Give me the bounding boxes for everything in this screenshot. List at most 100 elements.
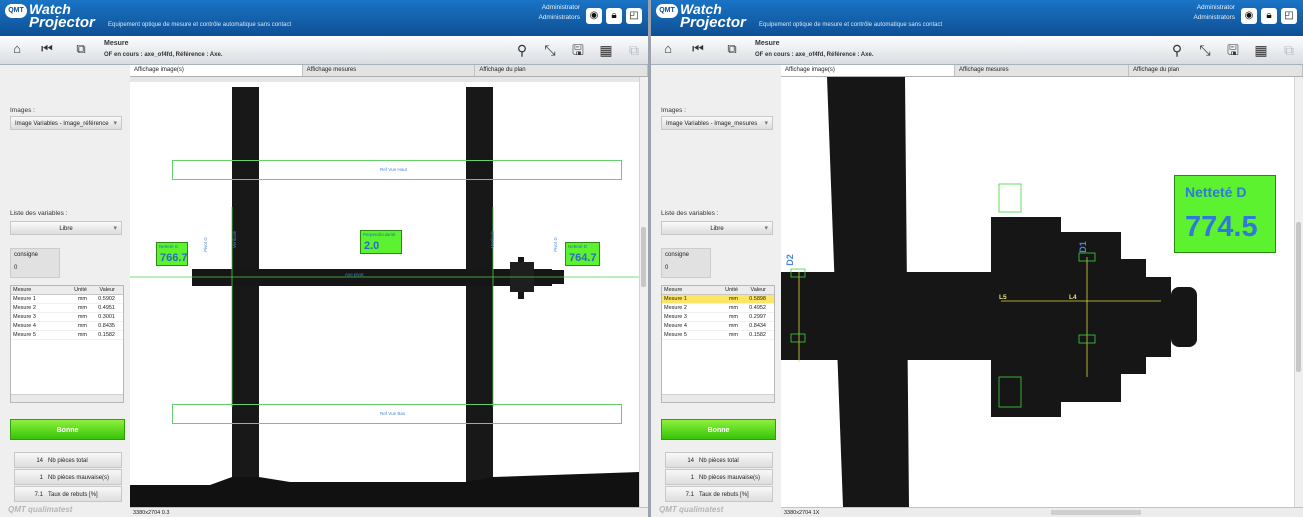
toolbar-title: Mesure bbox=[755, 40, 780, 47]
table-scrollbar[interactable] bbox=[11, 394, 123, 402]
col-valeur[interactable]: Valeur bbox=[740, 286, 768, 294]
app-header: QMT Watch Projector Equipement optique d… bbox=[651, 0, 1303, 36]
camera-icon[interactable]: ◉ bbox=[1241, 8, 1257, 24]
layout-icon[interactable]: ⧉ bbox=[1279, 40, 1299, 60]
horizontal-scroll-thumb[interactable] bbox=[1051, 510, 1142, 516]
resize-icon[interactable]: ◰ bbox=[1281, 8, 1297, 24]
col-unite[interactable]: Unité bbox=[722, 286, 740, 294]
cell-name: Mesure 2 bbox=[13, 305, 36, 311]
scroll-thumb[interactable] bbox=[1296, 222, 1301, 372]
home-icon[interactable]: ⌂ bbox=[8, 40, 26, 58]
table-row[interactable]: Mesure 1 mm 0.5902 bbox=[11, 295, 123, 304]
tab-images[interactable]: Affichage image(s) bbox=[130, 65, 303, 76]
status-bar: 3380x2704 1X bbox=[781, 507, 1303, 517]
cell-value: 0.1582 bbox=[98, 332, 115, 338]
scroll-thumb[interactable] bbox=[641, 227, 646, 287]
image-canvas[interactable]: D2 D1 L5 L4 Netteté D 774.5 bbox=[781, 77, 1295, 507]
consigne-field[interactable]: consigne 0 bbox=[10, 248, 60, 278]
stat-label: Nb pièces mauvaise(s) bbox=[48, 475, 110, 481]
table-scrollbar[interactable] bbox=[662, 394, 774, 402]
sharpness-right-box: Netteté D 764.7 bbox=[565, 242, 600, 266]
stat-total: 14 Nb pièces total bbox=[14, 452, 122, 468]
tab-measures[interactable]: Affichage mesures bbox=[955, 65, 1129, 76]
tab-plan[interactable]: Affichage du plan bbox=[475, 65, 648, 76]
tab-plan[interactable]: Affichage du plan bbox=[1129, 65, 1303, 76]
images-label: Images : bbox=[10, 107, 35, 114]
cell-name: Mesure 2 bbox=[664, 305, 687, 311]
save-grid-icon[interactable]: ▦ bbox=[596, 40, 616, 60]
stat-bad: 1 Nb pièces mauvaise(s) bbox=[665, 469, 773, 485]
tab-measures[interactable]: Affichage mesures bbox=[303, 65, 476, 76]
table-row[interactable]: Mesure 2 mm 0.4951 bbox=[11, 304, 123, 313]
skip-back-icon[interactable]: ⏮ bbox=[38, 40, 56, 58]
zoom-icon[interactable]: ⚲ bbox=[512, 40, 532, 60]
home-icon[interactable]: ⌂ bbox=[659, 40, 677, 58]
cell-name: Mesure 3 bbox=[13, 314, 36, 320]
table-row[interactable]: Mesure 1 mm 0.5898 bbox=[662, 295, 774, 304]
table-row[interactable]: Mesure 2 mm 0.4952 bbox=[662, 304, 774, 313]
sharpness-label: Netteté D bbox=[1185, 184, 1247, 200]
variables-label: Liste des variables : bbox=[661, 210, 719, 217]
cell-name: Mesure 4 bbox=[13, 323, 36, 329]
col-unite[interactable]: Unité bbox=[71, 286, 89, 294]
variables-select[interactable]: Libre ▾ bbox=[10, 221, 122, 235]
d2-label: D2 bbox=[784, 254, 795, 266]
variables-select[interactable]: Libre ▾ bbox=[661, 221, 773, 235]
status-bar-text: 3380x2704 1X bbox=[784, 510, 820, 516]
app-header: QMT Watch Projector Equipement optique d… bbox=[0, 0, 648, 36]
cell-value: 0.2997 bbox=[749, 314, 766, 320]
sharpness-value: 774.5 bbox=[1185, 211, 1258, 243]
sidebar: Images : Image Variables - Image_mesures… bbox=[651, 65, 781, 517]
cell-unit: mm bbox=[77, 314, 87, 320]
vertical-scrollbar[interactable] bbox=[1294, 77, 1303, 507]
consigne-field[interactable]: consigne 0 bbox=[661, 248, 711, 278]
resize-icon[interactable]: ◰ bbox=[626, 8, 642, 24]
lock-icon[interactable]: 🔒︎ bbox=[606, 8, 622, 24]
camera-icon[interactable]: ◉ bbox=[586, 8, 602, 24]
move-icon[interactable]: ⤡ bbox=[540, 40, 560, 60]
left-window: QMT Watch Projector Equipement optique d… bbox=[0, 0, 648, 517]
table-row[interactable]: Mesure 5 mm 0.1582 bbox=[662, 331, 774, 340]
user-name: Administrator bbox=[1196, 4, 1235, 11]
image-canvas[interactable]: Ref Vue Haut Ref Vue Bas Axe pivot Pivot… bbox=[130, 77, 640, 507]
toolbar: ⌂ ⏮ ⧉ Mesure OF en cours : axe_of4fd, Ré… bbox=[651, 36, 1303, 65]
consigne-label: consigne bbox=[14, 252, 39, 258]
table-row[interactable]: Mesure 4 mm 0.8435 bbox=[11, 322, 123, 331]
zoom-icon[interactable]: ⚲ bbox=[1167, 40, 1187, 60]
skip-back-icon[interactable]: ⏮ bbox=[689, 40, 707, 58]
table-row[interactable]: Mesure 4 mm 0.8434 bbox=[662, 322, 774, 331]
right-window: QMT Watch Projector Equipement optique d… bbox=[651, 0, 1303, 517]
chevron-down-icon: ▾ bbox=[764, 225, 768, 232]
vertical-scrollbar[interactable] bbox=[639, 77, 648, 507]
windows-icon[interactable]: ⧉ bbox=[72, 40, 90, 58]
table-header: Mesure Unité Valeur bbox=[11, 286, 123, 295]
tab-images[interactable]: Affichage image(s) bbox=[781, 65, 955, 76]
move-icon[interactable]: ⤡ bbox=[1195, 40, 1215, 60]
layout-icon[interactable]: ⧉ bbox=[624, 40, 644, 60]
app-logo: Watch Projector bbox=[680, 2, 746, 30]
toolbar-title: Mesure bbox=[104, 40, 129, 47]
status-badge: Bonne bbox=[10, 419, 125, 440]
images-select[interactable]: Image Variables - Image_référence ▾ bbox=[10, 116, 122, 130]
save-grid-icon[interactable]: ▦ bbox=[1251, 40, 1271, 60]
cell-name: Mesure 1 bbox=[664, 296, 687, 302]
table-row[interactable]: Mesure 3 mm 0.2997 bbox=[662, 313, 774, 322]
header-icons: ◉ 🔒︎ ◰ bbox=[586, 8, 642, 24]
col-mesure[interactable]: Mesure bbox=[11, 286, 71, 294]
save-icon[interactable]: 🖫︎ bbox=[1223, 40, 1243, 60]
col-mesure[interactable]: Mesure bbox=[662, 286, 722, 294]
stat-number: 7.1 bbox=[34, 492, 43, 498]
images-select[interactable]: Image Variables - Image_mesures ▾ bbox=[661, 116, 773, 130]
save-icon[interactable]: 🖫︎ bbox=[568, 40, 588, 60]
lock-icon[interactable]: 🔒︎ bbox=[1261, 8, 1277, 24]
table-row[interactable]: Mesure 3 mm 0.3001 bbox=[11, 313, 123, 322]
stat-bad: 1 Nb pièces mauvaise(s) bbox=[14, 469, 122, 485]
windows-icon[interactable]: ⧉ bbox=[723, 40, 741, 58]
col-valeur[interactable]: Valeur bbox=[89, 286, 117, 294]
table-header: Mesure Unité Valeur bbox=[662, 286, 774, 295]
stat-label: Nb pièces total bbox=[48, 458, 88, 464]
table-row[interactable]: Mesure 5 mm 0.1582 bbox=[11, 331, 123, 340]
status-badge: Bonne bbox=[661, 419, 776, 440]
stat-label: Taux de rebuts [%] bbox=[699, 492, 749, 498]
images-select-value: Image Variables - Image_mesures bbox=[666, 121, 758, 127]
